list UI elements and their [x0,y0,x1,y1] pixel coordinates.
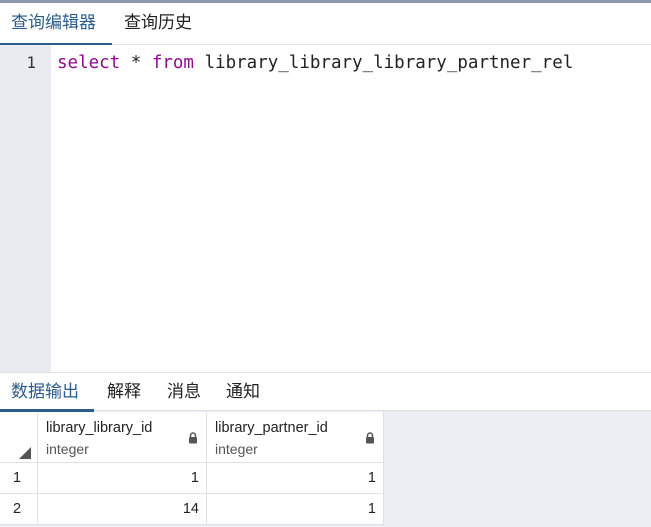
query-editor[interactable]: 1 select * from library_library_library_… [0,45,651,372]
result-panel: 数据输出 解释 消息 通知 library_library_id integer… [0,372,651,527]
column-name: library_library_id [46,420,153,436]
tab-data-output[interactable]: 数据输出 [0,373,94,412]
column-name: library_partner_id [215,420,328,436]
lock-icon [189,432,197,444]
table-cell[interactable]: 14 [38,494,207,525]
column-type: integer [46,441,89,457]
row-number[interactable]: 2 [0,494,38,525]
tab-query-editor[interactable]: 查询编辑器 [0,3,112,46]
keyword-from: from [151,53,194,73]
table-cell[interactable]: 1 [207,494,384,525]
column-header[interactable]: library_library_id integer [38,412,207,463]
keyword-select: select [57,53,121,73]
lock-icon [366,432,374,444]
line-number: 1 [26,53,36,72]
table-cell[interactable]: 1 [207,463,384,494]
row-number[interactable]: 1 [0,463,38,494]
tab-explain[interactable]: 解释 [107,373,141,411]
corner-triangle-icon [19,447,31,459]
tab-notifications[interactable]: 通知 [226,373,260,411]
code-line[interactable]: select * from library_library_library_pa… [57,53,573,73]
column-header[interactable]: library_partner_id integer [207,412,384,463]
tab-messages[interactable]: 消息 [167,373,201,411]
editor-tab-bar: 查询编辑器 查询历史 [0,3,651,46]
line-number-gutter: 1 [0,45,51,372]
select-all-corner[interactable] [0,412,38,463]
table-cell[interactable]: 1 [38,463,207,494]
tab-query-history[interactable]: 查询历史 [124,3,214,45]
result-tab-bar: 数据输出 解释 消息 通知 [0,372,651,412]
column-type: integer [215,441,258,457]
code-star: * [120,53,152,73]
code-table-name: library_library_library_partner_rel [193,53,574,73]
